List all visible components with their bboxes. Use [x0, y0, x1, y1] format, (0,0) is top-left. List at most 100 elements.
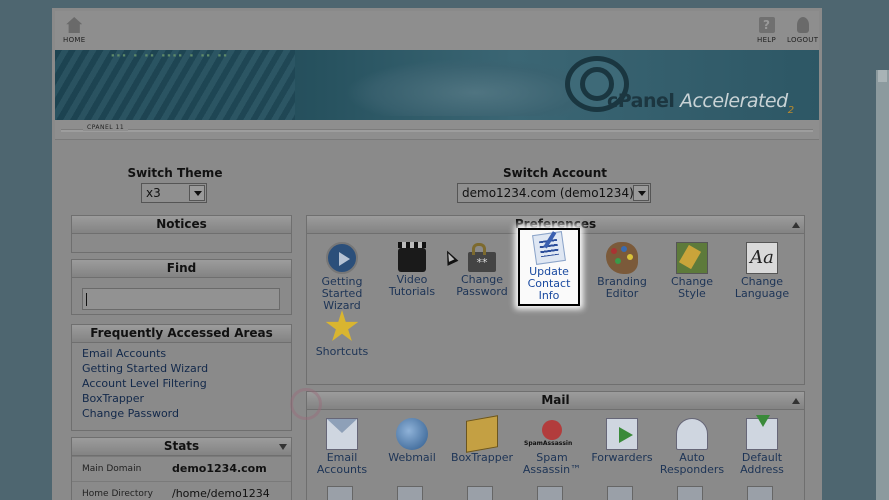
mail-boxtrapper[interactable]: BoxTrapper — [447, 415, 517, 464]
home-label: HOME — [63, 36, 86, 44]
mail-title: Mail — [541, 393, 570, 407]
banner-cables-image — [55, 50, 295, 120]
star-icon — [325, 310, 359, 341]
collapse-icon[interactable] — [792, 398, 800, 404]
banner-lights: ▪▪▪ ▪ ▪▪ ▪▪▪▪ ▪ ▪▪ ▪▪ — [111, 52, 229, 59]
mail-header[interactable]: Mail — [307, 392, 804, 410]
pref-branding-editor[interactable]: Branding Editor — [587, 242, 657, 300]
stat-row: Main Domain demo1234.com — [72, 456, 291, 480]
home-button[interactable]: HOME — [63, 15, 85, 44]
find-input[interactable] — [82, 288, 280, 310]
palette-icon — [606, 242, 638, 274]
mail-forwarders[interactable]: Forwarders — [587, 418, 657, 464]
notices-panel: Notices — [71, 215, 292, 253]
mail-label: Forwarders — [591, 451, 653, 464]
mail-webmail[interactable]: Webmail — [377, 418, 447, 464]
outer-scrollbar-thumb[interactable] — [878, 70, 887, 82]
switch-account-select[interactable]: demo1234.com (demo1234) — [457, 183, 651, 203]
cpanel-window: HOME ? HELP LOGOUT ▪▪▪ ▪ ▪▪ ▪▪▪▪ ▪ ▪▪ ▪▪… — [52, 8, 822, 500]
home-icon — [66, 17, 83, 33]
faa-link-change-password[interactable]: Change Password — [82, 406, 208, 421]
partial-icon[interactable] — [537, 486, 563, 500]
switch-account-label: Switch Account — [503, 166, 607, 180]
frequently-accessed-title: Frequently Accessed Areas — [72, 325, 291, 343]
collapse-icon[interactable] — [792, 222, 800, 228]
clapperboard-icon — [398, 242, 426, 272]
password-lock-icon: ** — [468, 243, 496, 272]
stat-key: Main Domain — [82, 464, 142, 474]
partial-icon[interactable] — [397, 486, 423, 500]
spamassassin-icon — [524, 418, 572, 450]
logout-button[interactable]: LOGOUT — [787, 15, 818, 44]
mail-label: BoxTrapper — [450, 451, 514, 464]
outer-scrollbar[interactable] — [876, 70, 889, 500]
watermark-logo-icon — [290, 388, 322, 420]
pref-change-style[interactable]: Change Style — [657, 242, 727, 300]
forward-arrow-icon — [606, 418, 638, 450]
partial-icon[interactable] — [677, 486, 703, 500]
pref-label: Info — [538, 289, 560, 302]
brand-suffix: Accelerated — [679, 90, 788, 112]
pref-label: Style — [678, 287, 706, 300]
auto-responder-icon — [676, 418, 708, 450]
faa-link-getting-started-wizard[interactable]: Getting Started Wizard — [82, 361, 208, 376]
mail-label: Responders — [659, 463, 725, 476]
mail-label: Webmail — [388, 451, 436, 464]
partial-icon[interactable] — [747, 486, 773, 500]
logout-icon — [796, 17, 809, 33]
pref-label: Language — [734, 287, 790, 300]
faa-link-account-level-filtering[interactable]: Account Level Filtering — [82, 376, 208, 391]
pref-getting-started-wizard[interactable]: Getting Started Wizard — [307, 242, 377, 312]
cpanel-brand: cPanel Accelerated2 — [607, 90, 794, 116]
mail-spam-assassin[interactable]: Spam Assassin™ — [517, 418, 587, 476]
switch-account-value: demo1234.com (demo1234) — [462, 186, 634, 200]
partial-icon[interactable] — [327, 486, 353, 500]
partial-icon[interactable] — [467, 486, 493, 500]
main-content: Switch Theme x3 Switch Account demo1234.… — [55, 141, 819, 500]
mail-panel: Mail Email Accounts Webmail BoxTrapper S… — [306, 391, 805, 500]
mail-default-address[interactable]: Default Address — [727, 415, 797, 476]
pref-change-language[interactable]: Aa Change Language — [727, 242, 797, 300]
frequently-accessed-list: Email Accounts Getting Started Wizard Ac… — [82, 346, 208, 421]
sub-bar-stripe — [61, 129, 813, 132]
stats-title: Stats — [163, 439, 200, 453]
pref-update-contact-info[interactable]: Update Contact Info — [518, 228, 580, 306]
collapse-icon[interactable] — [279, 444, 287, 450]
chevron-down-icon[interactable] — [633, 185, 649, 201]
switch-theme-select[interactable]: x3 — [141, 183, 207, 203]
brand-prefix: cPanel — [607, 90, 675, 112]
stat-value: /home/demo1234 — [172, 487, 270, 500]
partial-icon[interactable] — [607, 486, 633, 500]
faa-link-email-accounts[interactable]: Email Accounts — [82, 346, 208, 361]
top-toolbar: HOME ? HELP LOGOUT — [55, 11, 819, 50]
stats-header[interactable]: Stats — [72, 438, 291, 456]
logout-label: LOGOUT — [787, 36, 819, 44]
mail-label: Assassin™ — [522, 463, 582, 476]
faa-link-boxtrapper[interactable]: BoxTrapper — [82, 391, 208, 406]
help-label: HELP — [757, 36, 777, 44]
play-icon — [326, 242, 358, 274]
stat-value: demo1234.com — [172, 462, 267, 475]
brand-version: 2 — [787, 105, 794, 116]
pref-shortcuts[interactable]: Shortcuts — [307, 310, 377, 358]
language-icon: Aa — [746, 242, 778, 274]
header-banner: ▪▪▪ ▪ ▪▪ ▪▪▪▪ ▪ ▪▪ ▪▪ cPanel Accelerated… — [55, 50, 819, 120]
envelope-icon — [326, 418, 358, 450]
find-panel: Find — [71, 259, 292, 315]
stats-panel: Stats Main Domain demo1234.com Home Dire… — [71, 437, 292, 500]
cpanel-version-tag: CPANEL 11 — [83, 124, 129, 131]
find-title: Find — [72, 260, 291, 278]
frequently-accessed-panel: Frequently Accessed Areas Email Accounts… — [71, 324, 292, 431]
mail-email-accounts[interactable]: Email Accounts — [307, 418, 377, 476]
box-icon — [466, 415, 498, 453]
contact-info-icon — [532, 231, 566, 265]
help-button[interactable]: ? HELP — [757, 15, 776, 44]
chevron-down-icon[interactable] — [189, 185, 205, 201]
stat-row: Home Directory /home/demo1234 — [72, 481, 291, 500]
pref-video-tutorials[interactable]: Video Tutorials — [377, 242, 447, 298]
help-icon: ? — [758, 17, 775, 33]
mail-auto-responders[interactable]: Auto Responders — [657, 418, 727, 476]
pref-label: Shortcuts — [315, 345, 369, 358]
mail-label: Address — [740, 463, 784, 476]
pref-change-password[interactable]: ** Change Password — [447, 242, 517, 298]
